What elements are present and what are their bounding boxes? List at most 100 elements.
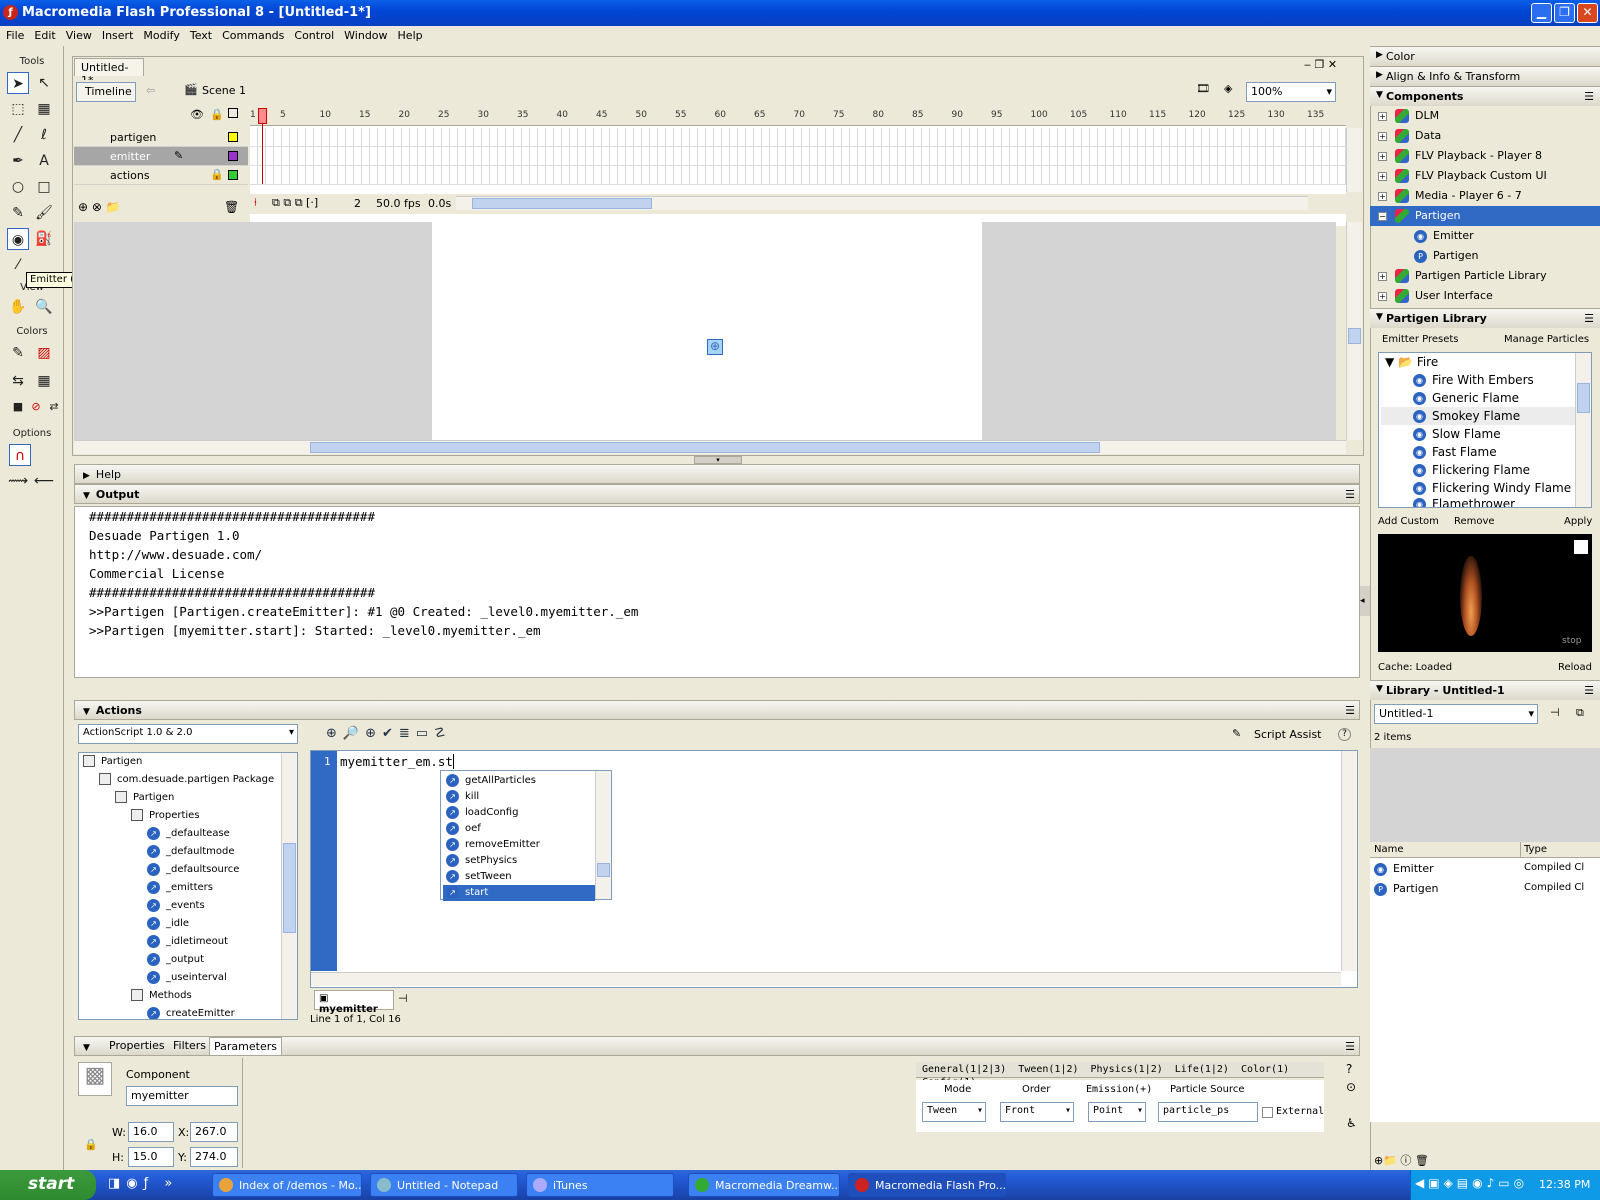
onion-skin-icons[interactable]: ⧉ ⧉ ⧉ [·] bbox=[272, 196, 318, 210]
components-panel-header[interactable]: ▼ Components ☰ bbox=[1370, 86, 1600, 106]
component-partigen-class[interactable]: P Partigen bbox=[1370, 246, 1600, 266]
hint-vscroll[interactable] bbox=[595, 771, 611, 899]
stop-button[interactable]: stop bbox=[1562, 636, 1581, 646]
code-hint-popup[interactable]: ↗ getAllParticles ↗ kill ↗ loadConfig ↗ oef … bbox=[440, 770, 612, 901]
preset-item[interactable]: ◉ Generic Flame bbox=[1413, 389, 1519, 407]
external-checkbox[interactable] bbox=[1262, 1107, 1273, 1118]
component-media[interactable]: + Media - Player 6 - 7 bbox=[1370, 186, 1600, 206]
emitter-presets-tab[interactable]: Emitter Presets bbox=[1382, 334, 1459, 345]
lasso-tool-icon[interactable]: ℓ bbox=[33, 124, 55, 146]
preset-item-hover[interactable]: ◉ Smokey Flame bbox=[1381, 407, 1575, 425]
tree-item[interactable]: ↗ _idle bbox=[147, 915, 189, 933]
tree-item[interactable]: ↗ _defaultsource bbox=[147, 861, 239, 879]
add-layer-icon[interactable]: ⊕ ⊗ 📁 bbox=[78, 200, 121, 214]
panel-options-icon[interactable]: ☰ bbox=[1345, 488, 1355, 501]
add-custom-button[interactable]: Add Custom bbox=[1378, 516, 1439, 527]
editor-vscroll[interactable] bbox=[1341, 751, 1357, 971]
tree-item[interactable]: ↗ _useinterval bbox=[147, 969, 227, 987]
particle-source-field[interactable]: particle_ps bbox=[1158, 1102, 1258, 1122]
preset-item[interactable]: ◉ Fire With Embers bbox=[1413, 371, 1534, 389]
param-tab-life[interactable]: Life(1|2) bbox=[1169, 1064, 1235, 1075]
apply-button[interactable]: Apply bbox=[1564, 516, 1592, 527]
menu-control[interactable]: Control bbox=[288, 26, 338, 42]
eye-icon[interactable]: 👁 bbox=[190, 108, 204, 121]
component-flv-custom-ui[interactable]: + FLV Playback Custom UI bbox=[1370, 166, 1600, 186]
subselection-tool-icon[interactable]: ↖ bbox=[33, 72, 55, 94]
hand-tool-icon[interactable]: ✋ bbox=[7, 296, 29, 318]
tab-properties[interactable]: Properties bbox=[109, 1039, 165, 1052]
help-panel-header[interactable]: ▶ Help bbox=[74, 464, 1360, 484]
code-hint-item[interactable]: ↗ kill bbox=[443, 789, 595, 805]
tree-item[interactable]: ↗ _idletimeout bbox=[147, 933, 228, 951]
timeline-vscroll[interactable] bbox=[1346, 128, 1362, 192]
restore-button[interactable]: ❐ bbox=[1554, 3, 1575, 23]
edit-scene-icon[interactable]: 🎞 bbox=[1196, 82, 1210, 95]
width-field[interactable]: 16.0 bbox=[128, 1122, 174, 1142]
partigen-library-header[interactable]: ▼ Partigen Library ☰ bbox=[1370, 308, 1600, 328]
remove-button[interactable]: Remove bbox=[1454, 516, 1495, 527]
scroll-thumb[interactable] bbox=[310, 442, 1100, 453]
layer-actions[interactable]: actions 🔒 bbox=[74, 166, 248, 185]
close-button[interactable]: ✕ bbox=[1577, 3, 1598, 23]
timeline-button[interactable]: Timeline bbox=[76, 82, 136, 102]
pin-icon[interactable]: ⊣ bbox=[398, 992, 408, 1005]
code-hint-item[interactable]: ↗ setPhysics bbox=[443, 853, 595, 869]
component-user-interface[interactable]: + User Interface bbox=[1370, 286, 1600, 306]
task-itunes[interactable]: iTunes bbox=[526, 1173, 674, 1197]
menu-window[interactable]: Window bbox=[338, 26, 391, 42]
brush-tool-icon[interactable]: 🖌 bbox=[33, 202, 55, 224]
panel-options-icon[interactable]: ☰ bbox=[1345, 1040, 1355, 1053]
emission-select[interactable]: Point ▾ bbox=[1088, 1102, 1146, 1122]
zoom-select[interactable]: 100% ▾ bbox=[1246, 82, 1336, 102]
order-select[interactable]: Front ▾ bbox=[1000, 1102, 1074, 1122]
task-flash[interactable]: Macromedia Flash Pro... bbox=[848, 1173, 1006, 1197]
layer-partigen[interactable]: partigen bbox=[74, 128, 248, 147]
y-field[interactable]: 274.0 bbox=[190, 1147, 238, 1167]
fill-color-icon[interactable]: ▨ bbox=[33, 342, 55, 364]
document-tab[interactable]: Untitled-1* bbox=[74, 58, 144, 87]
manage-particles-tab[interactable]: Manage Particles bbox=[1504, 334, 1589, 345]
instance-name-field[interactable]: myemitter bbox=[126, 1086, 238, 1106]
trash-icon[interactable]: 🗑 bbox=[224, 200, 239, 214]
component-emitter[interactable]: ◉ Emitter bbox=[1370, 226, 1600, 246]
fill-swatch-icon[interactable]: ▦ bbox=[33, 370, 55, 392]
frame-row-actions[interactable] bbox=[250, 166, 1346, 185]
lock-proportions-icon[interactable]: 🔒 bbox=[84, 1138, 98, 1151]
emitter-instance-icon[interactable]: ⊕ bbox=[707, 339, 723, 355]
script-tab[interactable]: ▣ myemitter bbox=[314, 990, 394, 1015]
pin-library-icon[interactable]: ⊣ bbox=[1550, 706, 1560, 719]
x-field[interactable]: 267.0 bbox=[190, 1122, 238, 1142]
center-frame-icon[interactable]: ⍿ bbox=[254, 196, 257, 210]
param-tab-color[interactable]: Color(1) bbox=[1235, 1064, 1295, 1075]
preset-item[interactable]: ◉ Fast Flame bbox=[1413, 443, 1497, 461]
param-tab-physics[interactable]: Physics(1|2) bbox=[1085, 1064, 1169, 1075]
language-select[interactable]: ActionScript 1.0 & 2.0 ▾ bbox=[78, 724, 298, 744]
component-data[interactable]: + Data bbox=[1370, 126, 1600, 146]
tree-item[interactable]: Properties bbox=[131, 807, 200, 825]
menu-file[interactable]: File bbox=[0, 26, 28, 42]
doc-window-controls[interactable]: ‒ ❐ ✕ bbox=[1304, 58, 1337, 71]
start-button[interactable]: start bbox=[0, 1170, 96, 1200]
stage[interactable] bbox=[432, 222, 982, 440]
color-panel-header[interactable]: ▶ Color bbox=[1370, 46, 1600, 66]
outline-icon[interactable] bbox=[228, 108, 238, 118]
layer-emitter[interactable]: emitter ✎ bbox=[74, 147, 248, 166]
height-field[interactable]: 15.0 bbox=[128, 1147, 174, 1167]
library-select[interactable]: Untitled-1 ▾ bbox=[1374, 704, 1538, 724]
col-type[interactable]: Type bbox=[1524, 844, 1547, 855]
menu-help[interactable]: Help bbox=[392, 26, 427, 42]
col-divider[interactable] bbox=[1520, 842, 1521, 858]
code-hint-item[interactable]: ↗ getAllParticles bbox=[443, 773, 595, 789]
collapse-arrow-icon[interactable]: ▼ bbox=[83, 1043, 90, 1053]
menu-modify[interactable]: Modify bbox=[137, 26, 183, 42]
table-row[interactable]: P Partigen Compiled Cl bbox=[1374, 882, 1594, 896]
component-flv-playback[interactable]: + FLV Playback - Player 8 bbox=[1370, 146, 1600, 166]
panel-options-icon[interactable]: ☰ bbox=[1584, 684, 1594, 697]
back-arrow-icon[interactable]: ⇦ bbox=[146, 84, 155, 97]
tree-vscroll[interactable] bbox=[281, 753, 297, 1019]
mode-select[interactable]: Tween ▾ bbox=[922, 1102, 986, 1122]
tree-item[interactable]: Methods bbox=[131, 987, 192, 1005]
table-row[interactable]: ◉ Emitter Compiled Cl bbox=[1374, 862, 1594, 876]
stage-hscroll[interactable] bbox=[74, 440, 1346, 454]
preset-item[interactable]: ◉ Flickering Flame bbox=[1413, 461, 1530, 479]
